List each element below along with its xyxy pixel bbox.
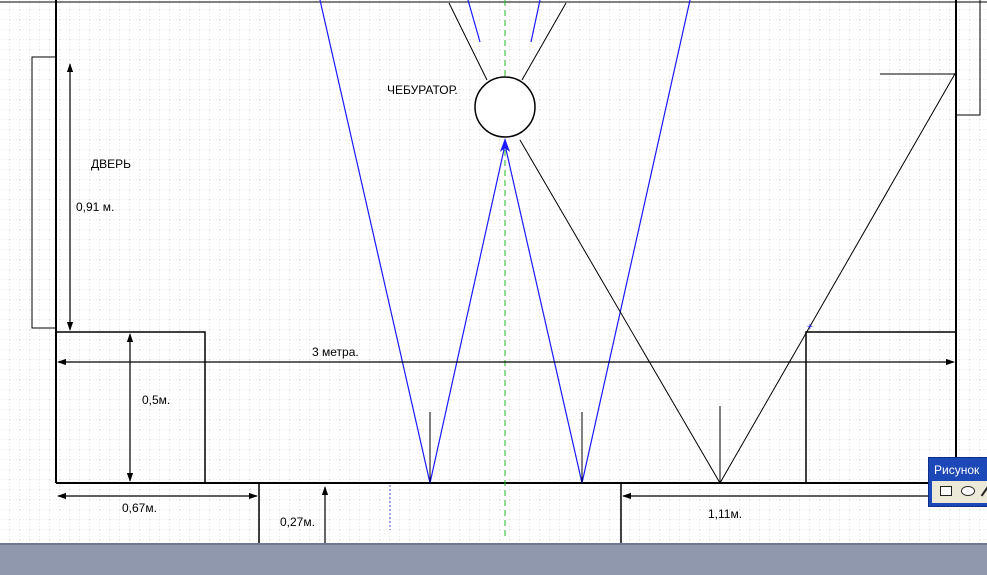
- line-tool-icon[interactable]: [980, 485, 987, 497]
- toolbar-title[interactable]: Рисунок: [934, 463, 979, 477]
- point-marker: +: [807, 322, 813, 333]
- room-width-label: 3 метра.: [312, 345, 359, 359]
- niche-depth-label: 0,27м.: [280, 515, 315, 529]
- toolbar-body: [932, 481, 987, 503]
- drawing-toolbar[interactable]: Рисунок: [928, 457, 987, 507]
- door-width-label: 0,91 м.: [76, 200, 115, 214]
- status-strip: [0, 543, 987, 575]
- cheburator-circle: [474, 76, 536, 138]
- floor-plan-canvas: +: [0, 0, 987, 573]
- ledge-depth-label: 0,5м.: [142, 393, 171, 407]
- cheburator-label: ЧЕБУРАТОР.: [387, 83, 458, 97]
- ellipse-tool-icon[interactable]: [961, 486, 975, 496]
- left-offset-label: 0,67м.: [122, 501, 157, 515]
- right-offset-label: 1,11м.: [708, 507, 743, 521]
- door-label: ДВЕРЬ: [91, 157, 132, 171]
- rectangle-tool-icon[interactable]: [940, 486, 952, 496]
